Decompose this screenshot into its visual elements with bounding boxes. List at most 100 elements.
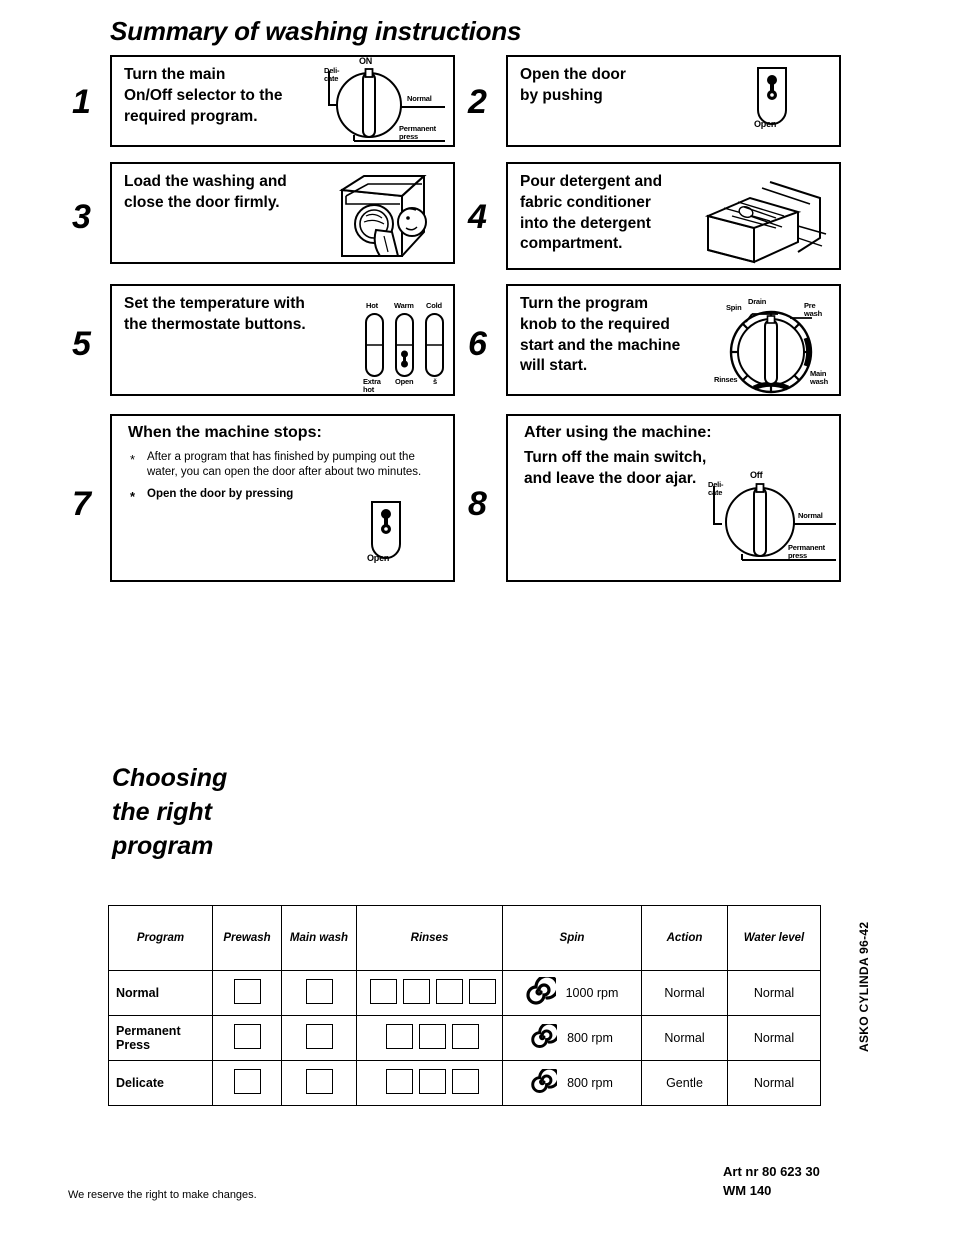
- cell-rinses: [356, 970, 503, 1016]
- col-header-prewash: Prewash: [212, 905, 282, 971]
- knob-label-spin: Spin: [726, 303, 742, 312]
- dial-label-top: ON: [359, 56, 373, 66]
- open-label: Open: [367, 553, 390, 563]
- step-number: 6: [468, 325, 487, 363]
- col-header-action: Action: [641, 905, 728, 971]
- checkbox[interactable]: [419, 1069, 446, 1094]
- cell-spin: 1000 rpm: [502, 970, 642, 1016]
- thermostat-label-open: Open: [395, 377, 414, 386]
- step-text: Turn off the main switch, and leave the …: [524, 449, 707, 487]
- step-text: Load the washing and close the door firm…: [124, 173, 287, 211]
- checkbox[interactable]: [386, 1024, 413, 1049]
- table-row: Delicate 800 rpm Gentle Normal: [108, 1060, 821, 1106]
- selector-dial-off-icon: Off Deli- cate Normal Permanent press: [694, 470, 842, 568]
- col-header-program: Program: [108, 905, 213, 971]
- art-number: Art nr 80 623 30: [723, 1164, 820, 1179]
- knob-label-drain: Drain: [748, 297, 767, 306]
- cell-action: Normal: [641, 970, 728, 1016]
- cell-mainwash: [281, 1015, 357, 1061]
- cell-waterlevel: Normal: [727, 1015, 821, 1061]
- cell-waterlevel: Normal: [727, 970, 821, 1016]
- spin-value: 800 rpm: [567, 1031, 613, 1045]
- cell-prewash: [212, 1060, 282, 1106]
- table-body: Normal 1000 rpm Normal Normal Permanent …: [108, 970, 821, 1106]
- cell-program: Normal: [108, 970, 213, 1016]
- washing-machine-loading-icon: [330, 170, 452, 262]
- table-row: Permanent Press 800 rpm Normal Normal: [108, 1015, 821, 1061]
- col-header-spin: Spin: [502, 905, 642, 971]
- cell-mainwash: [281, 1060, 357, 1106]
- page-title: Summary of washing instructions: [110, 16, 522, 46]
- dial-label-top: Off: [750, 470, 763, 480]
- cell-prewash: [212, 970, 282, 1016]
- checkbox[interactable]: [452, 1024, 479, 1049]
- open-label: Open: [754, 119, 777, 129]
- dial-label-bottom: Permanent press: [399, 124, 436, 141]
- checkbox[interactable]: [468, 979, 496, 1004]
- thermostat-label-cold: Cold: [426, 301, 442, 310]
- checkbox[interactable]: [305, 1024, 333, 1049]
- step-number: 7: [72, 485, 91, 523]
- step-box: Turn the main On/Off selector to the req…: [110, 55, 455, 147]
- cell-waterlevel: Normal: [727, 1060, 821, 1106]
- checkbox[interactable]: [369, 979, 397, 1004]
- dial-label-left: Deli- cate: [324, 66, 340, 83]
- step-box: After using the machine: Turn off the ma…: [506, 414, 841, 582]
- vertical-brand-code: ASKO CYLINDA 96-42: [857, 921, 871, 1052]
- model-number: WM 140: [723, 1182, 772, 1198]
- knob-label-mainwash: Main wash: [810, 369, 828, 386]
- step-text: Turn the program knob to the required st…: [520, 295, 681, 375]
- step-number: 8: [468, 485, 487, 523]
- checkbox[interactable]: [419, 1024, 446, 1049]
- checkbox[interactable]: [435, 979, 463, 1004]
- bullet-item: After a program that has finished by pum…: [128, 450, 428, 480]
- knob-label-rinses: Rinses: [714, 375, 738, 384]
- selector-dial-icon: ON Deli- cate Normal Permanent press: [307, 56, 455, 147]
- cell-rinses: [356, 1060, 503, 1106]
- cell-prewash: [212, 1015, 282, 1061]
- checkbox[interactable]: [233, 1069, 261, 1094]
- door-open-button-icon: Open: [738, 64, 818, 146]
- step-number: 5: [72, 325, 91, 363]
- checkbox[interactable]: [402, 979, 430, 1004]
- step-box: When the machine stops: After a program …: [110, 414, 455, 582]
- spin-spiral-icon: [531, 1021, 561, 1053]
- col-header-mainwash: Main wash: [281, 905, 357, 971]
- cell-program: Permanent Press: [108, 1015, 213, 1061]
- dial-label-right: Normal: [798, 511, 823, 520]
- art-number-block: Art nr 80 623 30 WM 140: [723, 1163, 820, 1201]
- step-box: Pour detergent and fabric conditioner in…: [506, 162, 841, 270]
- checkbox[interactable]: [452, 1069, 479, 1094]
- detergent-drawer-icon: [698, 176, 838, 264]
- step-text: Set the temperature with the thermostate…: [124, 295, 306, 333]
- checkbox[interactable]: [233, 979, 261, 1004]
- manual-page: { "page": { "title": "Summary of washing…: [0, 0, 954, 1235]
- checkbox[interactable]: [386, 1069, 413, 1094]
- thermostat-label-cold-bottom: š: [433, 377, 437, 386]
- cell-action: Normal: [641, 1015, 728, 1061]
- step-number: 4: [468, 198, 487, 236]
- dial-label-right: Normal: [407, 94, 432, 103]
- thermostat-label-warm: Warm: [394, 301, 414, 310]
- step-number: 3: [72, 198, 91, 236]
- spin-spiral-icon: [531, 1066, 561, 1098]
- dial-label-bottom: Permanent press: [788, 543, 825, 560]
- cell-spin: 800 rpm: [502, 1060, 642, 1106]
- col-header-rinses: Rinses: [356, 905, 503, 971]
- thermostat-label-extrahot: Extra hot: [363, 377, 381, 394]
- door-open-button-icon: Open: [352, 498, 432, 580]
- checkbox[interactable]: [233, 1024, 261, 1049]
- spin-spiral-icon: [526, 973, 560, 1010]
- checkbox[interactable]: [305, 979, 333, 1004]
- cell-rinses: [356, 1015, 503, 1061]
- thermostat-buttons-icon: Hot Warm Cold Extra hot Open š: [354, 300, 454, 396]
- table-row: Normal 1000 rpm Normal Normal: [108, 970, 821, 1016]
- col-header-waterlevel: Water level: [727, 905, 821, 971]
- cell-spin: 800 rpm: [502, 1015, 642, 1061]
- step-text: Open the door by pushing: [520, 66, 626, 104]
- step-box: Set the temperature with the thermostate…: [110, 284, 455, 396]
- step-heading: After using the machine:: [524, 424, 712, 441]
- step-box: Turn the program knob to the required st…: [506, 284, 841, 396]
- step-number: 2: [468, 83, 487, 121]
- checkbox[interactable]: [305, 1069, 333, 1094]
